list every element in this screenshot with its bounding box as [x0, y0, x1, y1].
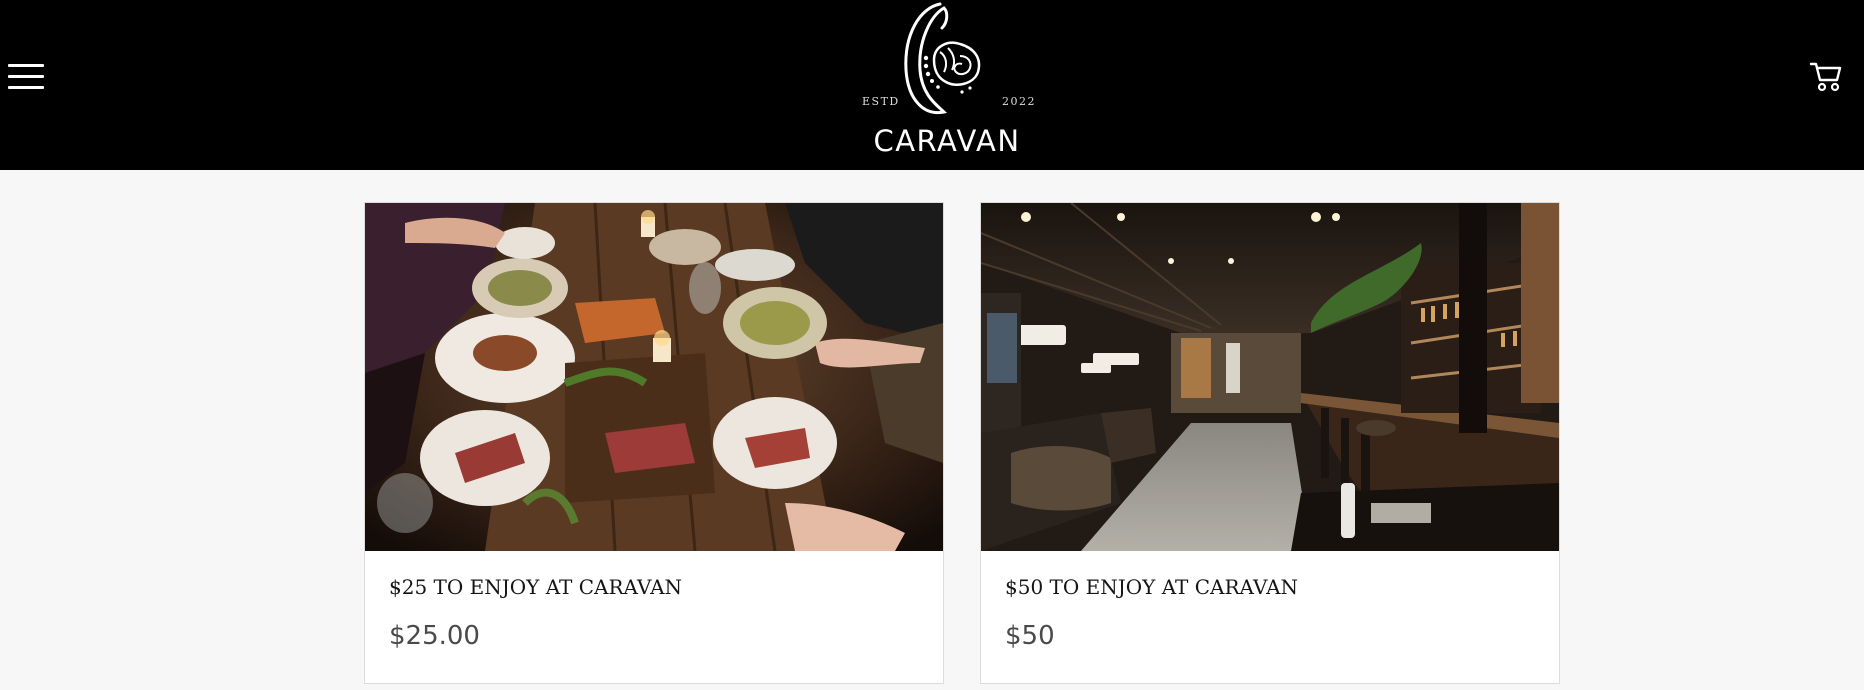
product-title[interactable]: $50 TO ENJOY AT CARAVAN	[1005, 575, 1298, 599]
restaurant-dinner-table-photo[interactable]	[365, 203, 943, 551]
caravan-logo[interactable]: ESTD 2022 CARAVAN	[852, 0, 1042, 166]
product-card[interactable]: $25 TO ENJOY AT CARAVAN $25.00	[364, 202, 944, 684]
menu-line	[8, 75, 44, 78]
product-price: $25.00	[389, 621, 480, 651]
product-card[interactable]: $50 TO ENJOY AT CARAVAN $50	[980, 202, 1560, 684]
product-title[interactable]: $25 TO ENJOY AT CARAVAN	[389, 575, 682, 599]
hamburger-menu-icon[interactable]	[6, 60, 46, 94]
brand-name: CARAVAN	[873, 124, 1021, 158]
logo-year: 2022	[1002, 95, 1036, 108]
menu-line	[8, 64, 44, 67]
restaurant-interior-bar-photo[interactable]	[981, 203, 1559, 551]
shopping-cart-icon[interactable]	[1808, 58, 1844, 94]
logo-established-label: ESTD	[862, 95, 900, 108]
site-header: ESTD 2022 CARAVAN	[0, 0, 1864, 170]
product-price: $50	[1005, 621, 1055, 651]
menu-line	[8, 86, 44, 89]
